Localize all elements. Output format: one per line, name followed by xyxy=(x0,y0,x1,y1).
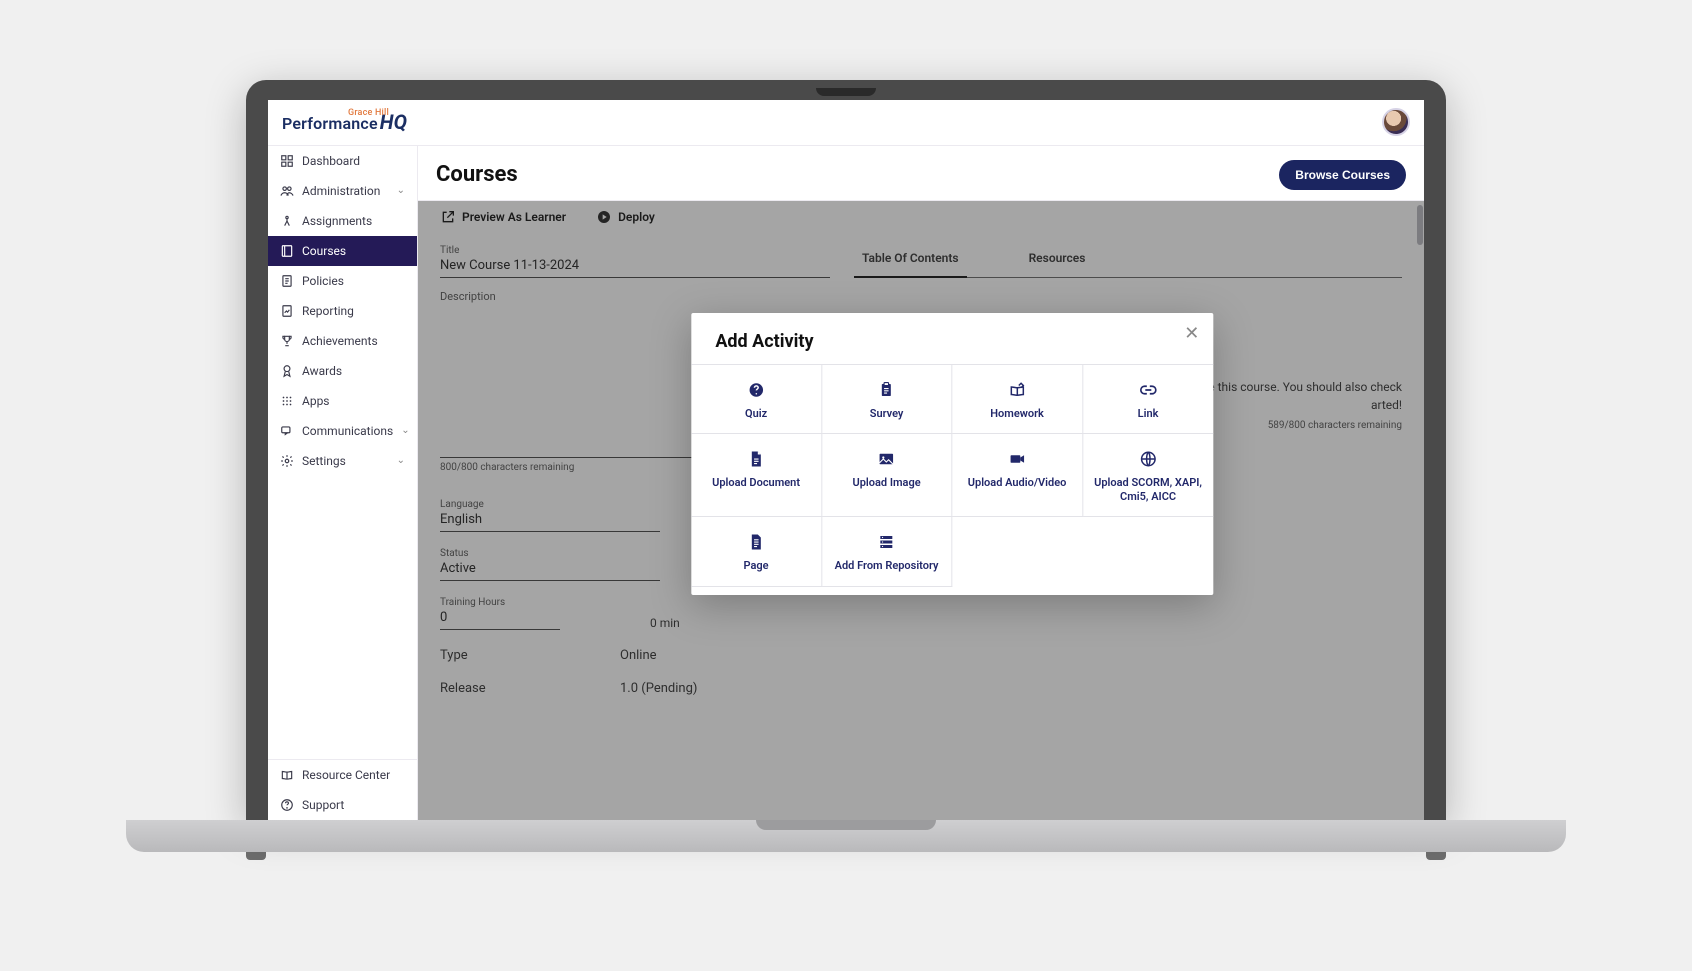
user-avatar[interactable] xyxy=(1382,108,1410,136)
activity-option-quiz[interactable]: Quiz xyxy=(691,365,822,434)
close-icon: ✕ xyxy=(1184,323,1199,344)
activity-option-homework[interactable]: Homework xyxy=(952,365,1083,434)
sidebar: Dashboard Administration ⌄ Assignments xyxy=(268,146,418,820)
communications-icon xyxy=(280,424,294,438)
sidebar-item-apps[interactable]: Apps xyxy=(268,386,417,416)
sidebar-item-label: Support xyxy=(302,798,344,812)
sidebar-item-label: Awards xyxy=(302,364,342,378)
homework-icon xyxy=(1008,381,1026,399)
laptop-foot xyxy=(1426,852,1446,860)
sidebar-item-label: Policies xyxy=(302,274,344,288)
activity-label: Add From Repository xyxy=(835,559,939,573)
app-logo[interactable]: Grace Hill PerformanceHQ xyxy=(282,110,407,134)
apps-icon xyxy=(280,394,294,408)
laptop-base xyxy=(126,820,1566,852)
activity-option-upload-document[interactable]: Upload Document xyxy=(691,434,822,518)
sidebar-item-support[interactable]: Support xyxy=(268,790,417,820)
activity-label: Quiz xyxy=(745,407,767,421)
sidebar-item-administration[interactable]: Administration ⌄ xyxy=(268,176,417,206)
survey-icon xyxy=(878,381,896,399)
sidebar-item-settings[interactable]: Settings ⌄ xyxy=(268,446,417,476)
browse-courses-button[interactable]: Browse Courses xyxy=(1279,160,1406,190)
sidebar-item-courses[interactable]: Courses xyxy=(268,236,417,266)
dashboard-icon xyxy=(280,154,294,168)
policies-icon xyxy=(280,274,294,288)
page-icon xyxy=(747,533,765,551)
sidebar-item-resource-center[interactable]: Resource Center xyxy=(268,760,417,790)
help-icon xyxy=(280,798,294,812)
quiz-icon xyxy=(747,381,765,399)
globe-icon xyxy=(1139,450,1157,468)
sidebar-item-label: Settings xyxy=(302,454,346,468)
activity-label: Page xyxy=(744,559,769,573)
assignments-icon xyxy=(280,214,294,228)
sidebar-item-assignments[interactable]: Assignments xyxy=(268,206,417,236)
sidebar-item-label: Communications xyxy=(302,424,393,438)
activity-option-survey[interactable]: Survey xyxy=(822,365,953,434)
chevron-down-icon: ⌄ xyxy=(401,425,409,436)
sidebar-item-awards[interactable]: Awards xyxy=(268,356,417,386)
sidebar-item-achievements[interactable]: Achievements xyxy=(268,326,417,356)
sidebar-item-reporting[interactable]: Reporting xyxy=(268,296,417,326)
activity-label: Upload Image xyxy=(852,476,920,490)
activity-option-upload-audio-video[interactable]: Upload Audio/Video xyxy=(952,434,1083,518)
chevron-down-icon: ⌄ xyxy=(397,455,405,466)
sidebar-item-communications[interactable]: Communications ⌄ xyxy=(268,416,417,446)
trophy-icon xyxy=(280,334,294,348)
gear-icon xyxy=(280,454,294,468)
sidebar-item-label: Administration xyxy=(302,184,380,198)
sidebar-item-policies[interactable]: Policies xyxy=(268,266,417,296)
activity-option-upload-image[interactable]: Upload Image xyxy=(822,434,953,518)
activity-option-page[interactable]: Page xyxy=(691,517,822,586)
sidebar-item-label: Apps xyxy=(302,394,330,408)
link-icon xyxy=(1139,381,1157,399)
book-icon xyxy=(280,768,294,782)
document-icon xyxy=(747,450,765,468)
activity-label: Upload SCORM, XAPI, Cmi5, AICC xyxy=(1089,476,1208,505)
sidebar-item-label: Reporting xyxy=(302,304,354,318)
activity-label: Upload Audio/Video xyxy=(968,476,1067,490)
sidebar-item-label: Resource Center xyxy=(302,768,390,782)
reporting-icon xyxy=(280,304,294,318)
close-modal-button[interactable]: ✕ xyxy=(1184,323,1199,344)
activity-option-add-from-repository[interactable]: Add From Repository xyxy=(822,517,953,586)
activity-option-upload-scorm[interactable]: Upload SCORM, XAPI, Cmi5, AICC xyxy=(1083,434,1214,518)
sidebar-item-dashboard[interactable]: Dashboard xyxy=(268,146,417,176)
activity-label: Homework xyxy=(990,407,1044,421)
brand-small: Grace Hill xyxy=(348,108,389,118)
image-icon xyxy=(878,450,896,468)
people-icon xyxy=(280,184,294,198)
laptop-foot xyxy=(246,852,266,860)
video-icon xyxy=(1008,450,1026,468)
activity-label: Survey xyxy=(870,407,904,421)
sidebar-item-label: Dashboard xyxy=(302,154,360,168)
sidebar-item-label: Achievements xyxy=(302,334,378,348)
sidebar-item-label: Assignments xyxy=(302,214,372,228)
activity-option-link[interactable]: Link xyxy=(1083,365,1214,434)
award-icon xyxy=(280,364,294,378)
chevron-down-icon: ⌄ xyxy=(397,185,405,196)
activity-label: Upload Document xyxy=(712,476,800,490)
add-activity-modal: ✕ Add Activity Quiz xyxy=(691,313,1213,595)
modal-title: Add Activity xyxy=(715,331,1189,352)
laptop-camera-notch xyxy=(816,88,876,96)
courses-icon xyxy=(280,244,294,258)
sidebar-item-label: Courses xyxy=(302,244,346,258)
page-title: Courses xyxy=(436,162,518,187)
repository-icon xyxy=(878,533,896,551)
activity-label: Link xyxy=(1138,407,1159,421)
